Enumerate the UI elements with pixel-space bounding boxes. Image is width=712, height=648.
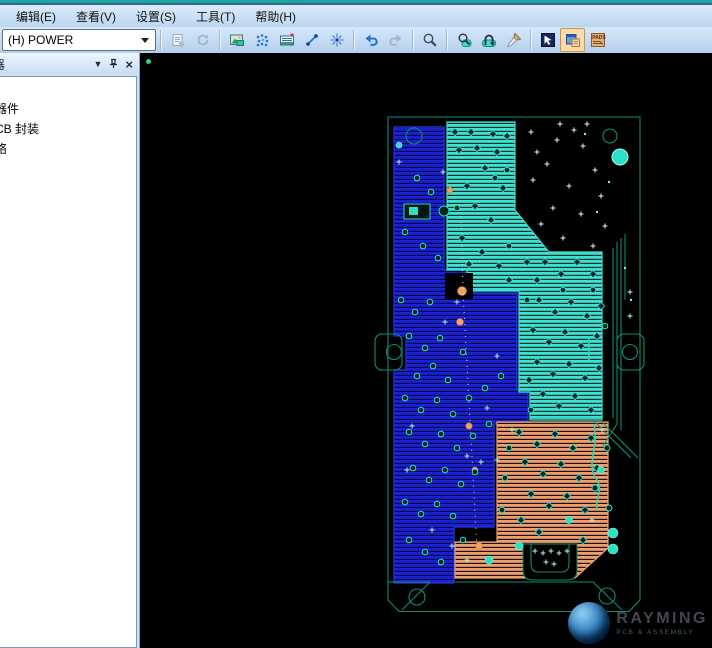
chevron-down-icon[interactable] [141, 38, 149, 43]
toolbar-separator [353, 30, 354, 50]
tree-item-nets[interactable]: 络 [0, 139, 136, 159]
measure-icon [304, 32, 320, 48]
toolbar: (H) POWER [0, 27, 712, 54]
pan-icon [481, 32, 497, 48]
menu-tools[interactable]: 工具(T) [186, 6, 245, 27]
layer-selector[interactable]: (H) POWER [2, 29, 156, 51]
measure-button[interactable] [299, 28, 324, 52]
radial-move-button[interactable] [324, 28, 349, 52]
watermark: RAYMING PCB & ASSEMBLY [568, 602, 708, 644]
redo-button[interactable] [383, 28, 408, 52]
zoom-selection-button[interactable] [451, 28, 476, 52]
layers-icon [279, 32, 295, 48]
menu-edit[interactable]: 编辑(E) [6, 6, 66, 27]
properties-button[interactable] [165, 28, 190, 52]
window-icon [565, 32, 581, 48]
watermark-logo-icon [568, 602, 610, 644]
board-view-icon [540, 32, 556, 48]
toolbar-separator [160, 30, 161, 50]
watermark-tagline: PCB & ASSEMBLY [616, 629, 708, 636]
layer-selector-value: (H) POWER [3, 33, 141, 47]
radial-icon [329, 32, 345, 48]
toolbar-separator [530, 30, 531, 50]
pads-icon: PADS [590, 32, 606, 48]
pin-icon[interactable] [109, 58, 118, 71]
menu-view[interactable]: 查看(V) [66, 6, 126, 27]
nets-scatter-button[interactable] [249, 28, 274, 52]
refresh-button[interactable] [190, 28, 215, 52]
tree-item-components[interactable]: 器件 [0, 99, 136, 119]
workspace: 器 ▼ × 器件 CB 封装 络 [0, 53, 712, 648]
image-icon [229, 32, 245, 48]
panel-tree: 器件 CB 封装 络 [0, 76, 137, 648]
dots-icon [254, 32, 270, 48]
undo-button[interactable] [358, 28, 383, 52]
layers-setup-button[interactable] [274, 28, 299, 52]
menu-bar: 编辑(E) 查看(V) 设置(S) 工具(T) 帮助(H) [0, 5, 712, 27]
project-panel: 器 ▼ × 器件 CB 封装 络 [0, 53, 140, 648]
brush-icon [506, 32, 522, 48]
pcb-board-view [140, 53, 709, 648]
pan-back-button[interactable] [476, 28, 501, 52]
chevron-down-icon[interactable]: ▼ [93, 60, 102, 69]
zoom-button[interactable] [417, 28, 442, 52]
refresh-icon [195, 32, 211, 48]
menu-help[interactable]: 帮助(H) [245, 6, 306, 27]
svg-text:PADS: PADS [592, 35, 606, 41]
toolbar-separator [446, 30, 447, 50]
toolbar-separator [412, 30, 413, 50]
redo-icon [388, 32, 404, 48]
zoom-color-icon [456, 32, 472, 48]
toolbar-separator [219, 30, 220, 50]
brush-button[interactable] [501, 28, 526, 52]
watermark-name: RAYMING [616, 611, 708, 627]
panel-title-bar[interactable]: 器 ▼ × [0, 53, 139, 75]
zoom-icon [422, 32, 438, 48]
undo-icon [363, 32, 379, 48]
tree-item-pcb-decals[interactable]: CB 封装 [0, 119, 136, 139]
window-tool-button[interactable] [560, 28, 585, 52]
properties-icon [170, 32, 186, 48]
close-icon[interactable]: × [125, 58, 133, 71]
board-view-button[interactable] [535, 28, 560, 52]
image-tool-button[interactable] [224, 28, 249, 52]
panel-title-fragment: 器 [0, 56, 9, 73]
pads-logo-button[interactable]: PADS [585, 28, 610, 52]
pcb-canvas[interactable]: RAYMING PCB & ASSEMBLY [140, 53, 712, 648]
menu-settings[interactable]: 设置(S) [126, 6, 186, 27]
